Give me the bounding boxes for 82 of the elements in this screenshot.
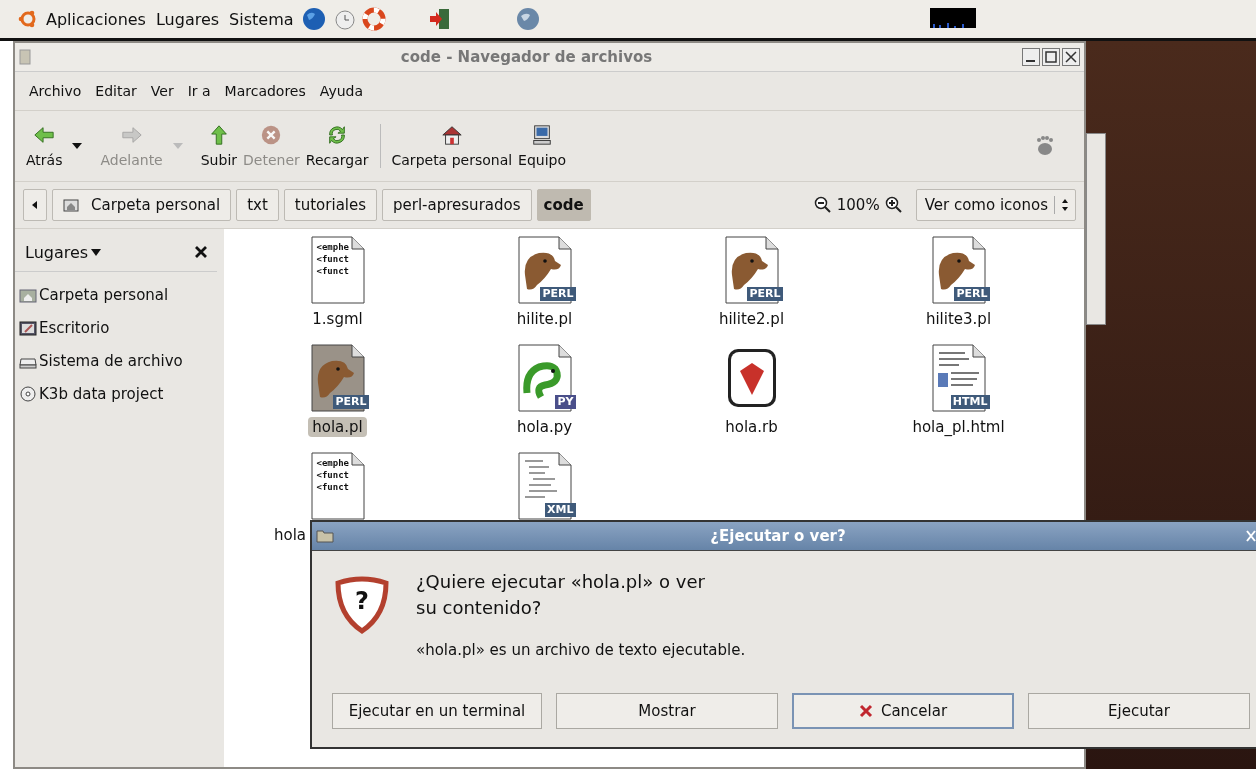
caret-icon[interactable] (91, 248, 102, 256)
places-dropdown[interactable]: Lugares (25, 242, 102, 262)
file-type-badge: PERL (540, 287, 576, 301)
path-button[interactable]: Carpeta personal (52, 189, 232, 221)
path-button[interactable]: perl-apresurados (382, 189, 532, 221)
file-name[interactable]: hola.rb (721, 417, 782, 437)
sidebar-item[interactable]: K3b data project (15, 377, 217, 410)
disc-icon[interactable] (19, 385, 37, 402)
file-type-badge: PERL (954, 287, 990, 301)
dialog-message: «hola.pl» es un archivo de texto ejecutable. (416, 641, 746, 659)
zoom-out-icon[interactable] (813, 196, 832, 214)
file-name[interactable]: 1.sgml (308, 309, 367, 329)
sidebar-item[interactable]: Carpeta personal (15, 278, 217, 311)
back-button[interactable]: Atrás (23, 122, 66, 170)
dialog-button[interactable]: Mostrar (556, 693, 778, 729)
file-name[interactable]: hilite2.pl (714, 309, 789, 329)
sidebar-item[interactable]: Escritorio (15, 311, 217, 344)
question-mark: ? (354, 587, 370, 615)
home-folder-icon[interactable] (19, 286, 37, 303)
file-type-badge: XML (545, 503, 576, 517)
window-title: code - Navegador de archivos (399, 48, 654, 66)
globe-icon[interactable] (515, 7, 540, 31)
dialog-button[interactable]: Ejecutar (1028, 693, 1250, 729)
file-type-badge: PERL (747, 287, 783, 301)
computer-button[interactable]: Equipo (515, 122, 570, 170)
zoom-level: 100% (836, 196, 880, 214)
minimize-icon[interactable] (1022, 48, 1040, 66)
globe-icon[interactable] (301, 7, 326, 31)
menu-item[interactable]: Editar (95, 83, 137, 99)
reload-button[interactable]: Recargar (302, 122, 372, 170)
preview-text: <emphe (316, 457, 349, 469)
dialog-button[interactable]: Ejecutar en un terminal (332, 693, 542, 729)
folder-icon[interactable] (316, 529, 334, 543)
menu-item[interactable]: Ayuda (319, 83, 364, 99)
lifebuoy-icon[interactable] (361, 7, 386, 31)
maximize-icon[interactable] (1042, 48, 1060, 66)
file-name[interactable]: hola (270, 525, 311, 545)
file-name[interactable]: hola_pl.html (908, 417, 1009, 437)
menu-item[interactable]: Archivo (29, 83, 82, 99)
home-button[interactable]: Carpeta personal (388, 122, 516, 170)
view-dropdown[interactable]: Ver como iconos (915, 189, 1076, 221)
close-icon[interactable] (195, 246, 207, 258)
cancel-icon[interactable] (858, 704, 873, 718)
file-name[interactable]: hilite.pl (512, 309, 577, 329)
preview-text: <funct (316, 481, 349, 493)
house-icon[interactable] (440, 124, 463, 146)
panel-menu[interactable]: Sistema (227, 9, 296, 29)
up-button[interactable]: Subir (197, 122, 241, 170)
file-type-badge: HTML (950, 395, 990, 409)
file-type-badge: PERL (333, 395, 369, 409)
file-name[interactable]: hola.pl (308, 417, 367, 437)
sidebar-item[interactable]: Sistema de archivo (15, 344, 217, 377)
exit-icon[interactable] (427, 7, 452, 31)
panel-menu[interactable]: Lugares (153, 9, 222, 29)
menu-item[interactable]: Ir a (187, 83, 211, 99)
logo-icon[interactable] (18, 9, 38, 29)
left-arrow-icon[interactable] (31, 200, 39, 210)
zoom-in-icon[interactable] (884, 196, 903, 214)
desktop-icon[interactable] (19, 319, 37, 336)
computer-icon[interactable] (531, 124, 554, 146)
path-button[interactable]: txt (236, 189, 279, 221)
path-scroll-button[interactable] (23, 189, 47, 221)
menu-item[interactable]: Marcadores (224, 83, 306, 99)
file-name[interactable]: hilite3.pl (921, 309, 996, 329)
preview-text: <emphe (316, 241, 349, 253)
path-button[interactable]: code (536, 189, 591, 221)
dialog-title: ¿Ejecutar o ver? (709, 527, 847, 545)
file-type-badge: PY (555, 395, 576, 409)
system-monitor-graph (929, 8, 976, 28)
path-button[interactable]: tutoriales (283, 189, 378, 221)
dialog-heading: ¿Quiere ejecutar «hola.pl» o ver su contenido? (416, 570, 706, 620)
file-name[interactable]: hola.py (512, 417, 577, 437)
preview-text: <funct (316, 469, 349, 481)
panel-menu[interactable]: Aplicaciones (44, 9, 148, 29)
home-folder-icon[interactable] (63, 198, 79, 212)
preview-text: <funct (316, 265, 349, 277)
dropdown-arrow-icon[interactable] (71, 142, 84, 150)
dialog-button[interactable]: Cancelar (792, 693, 1014, 729)
preview-text: <funct (316, 253, 349, 265)
menu-item[interactable]: Ver (150, 83, 174, 99)
close-icon[interactable] (1062, 48, 1080, 66)
spinner-arrows-icon[interactable] (1061, 198, 1069, 212)
